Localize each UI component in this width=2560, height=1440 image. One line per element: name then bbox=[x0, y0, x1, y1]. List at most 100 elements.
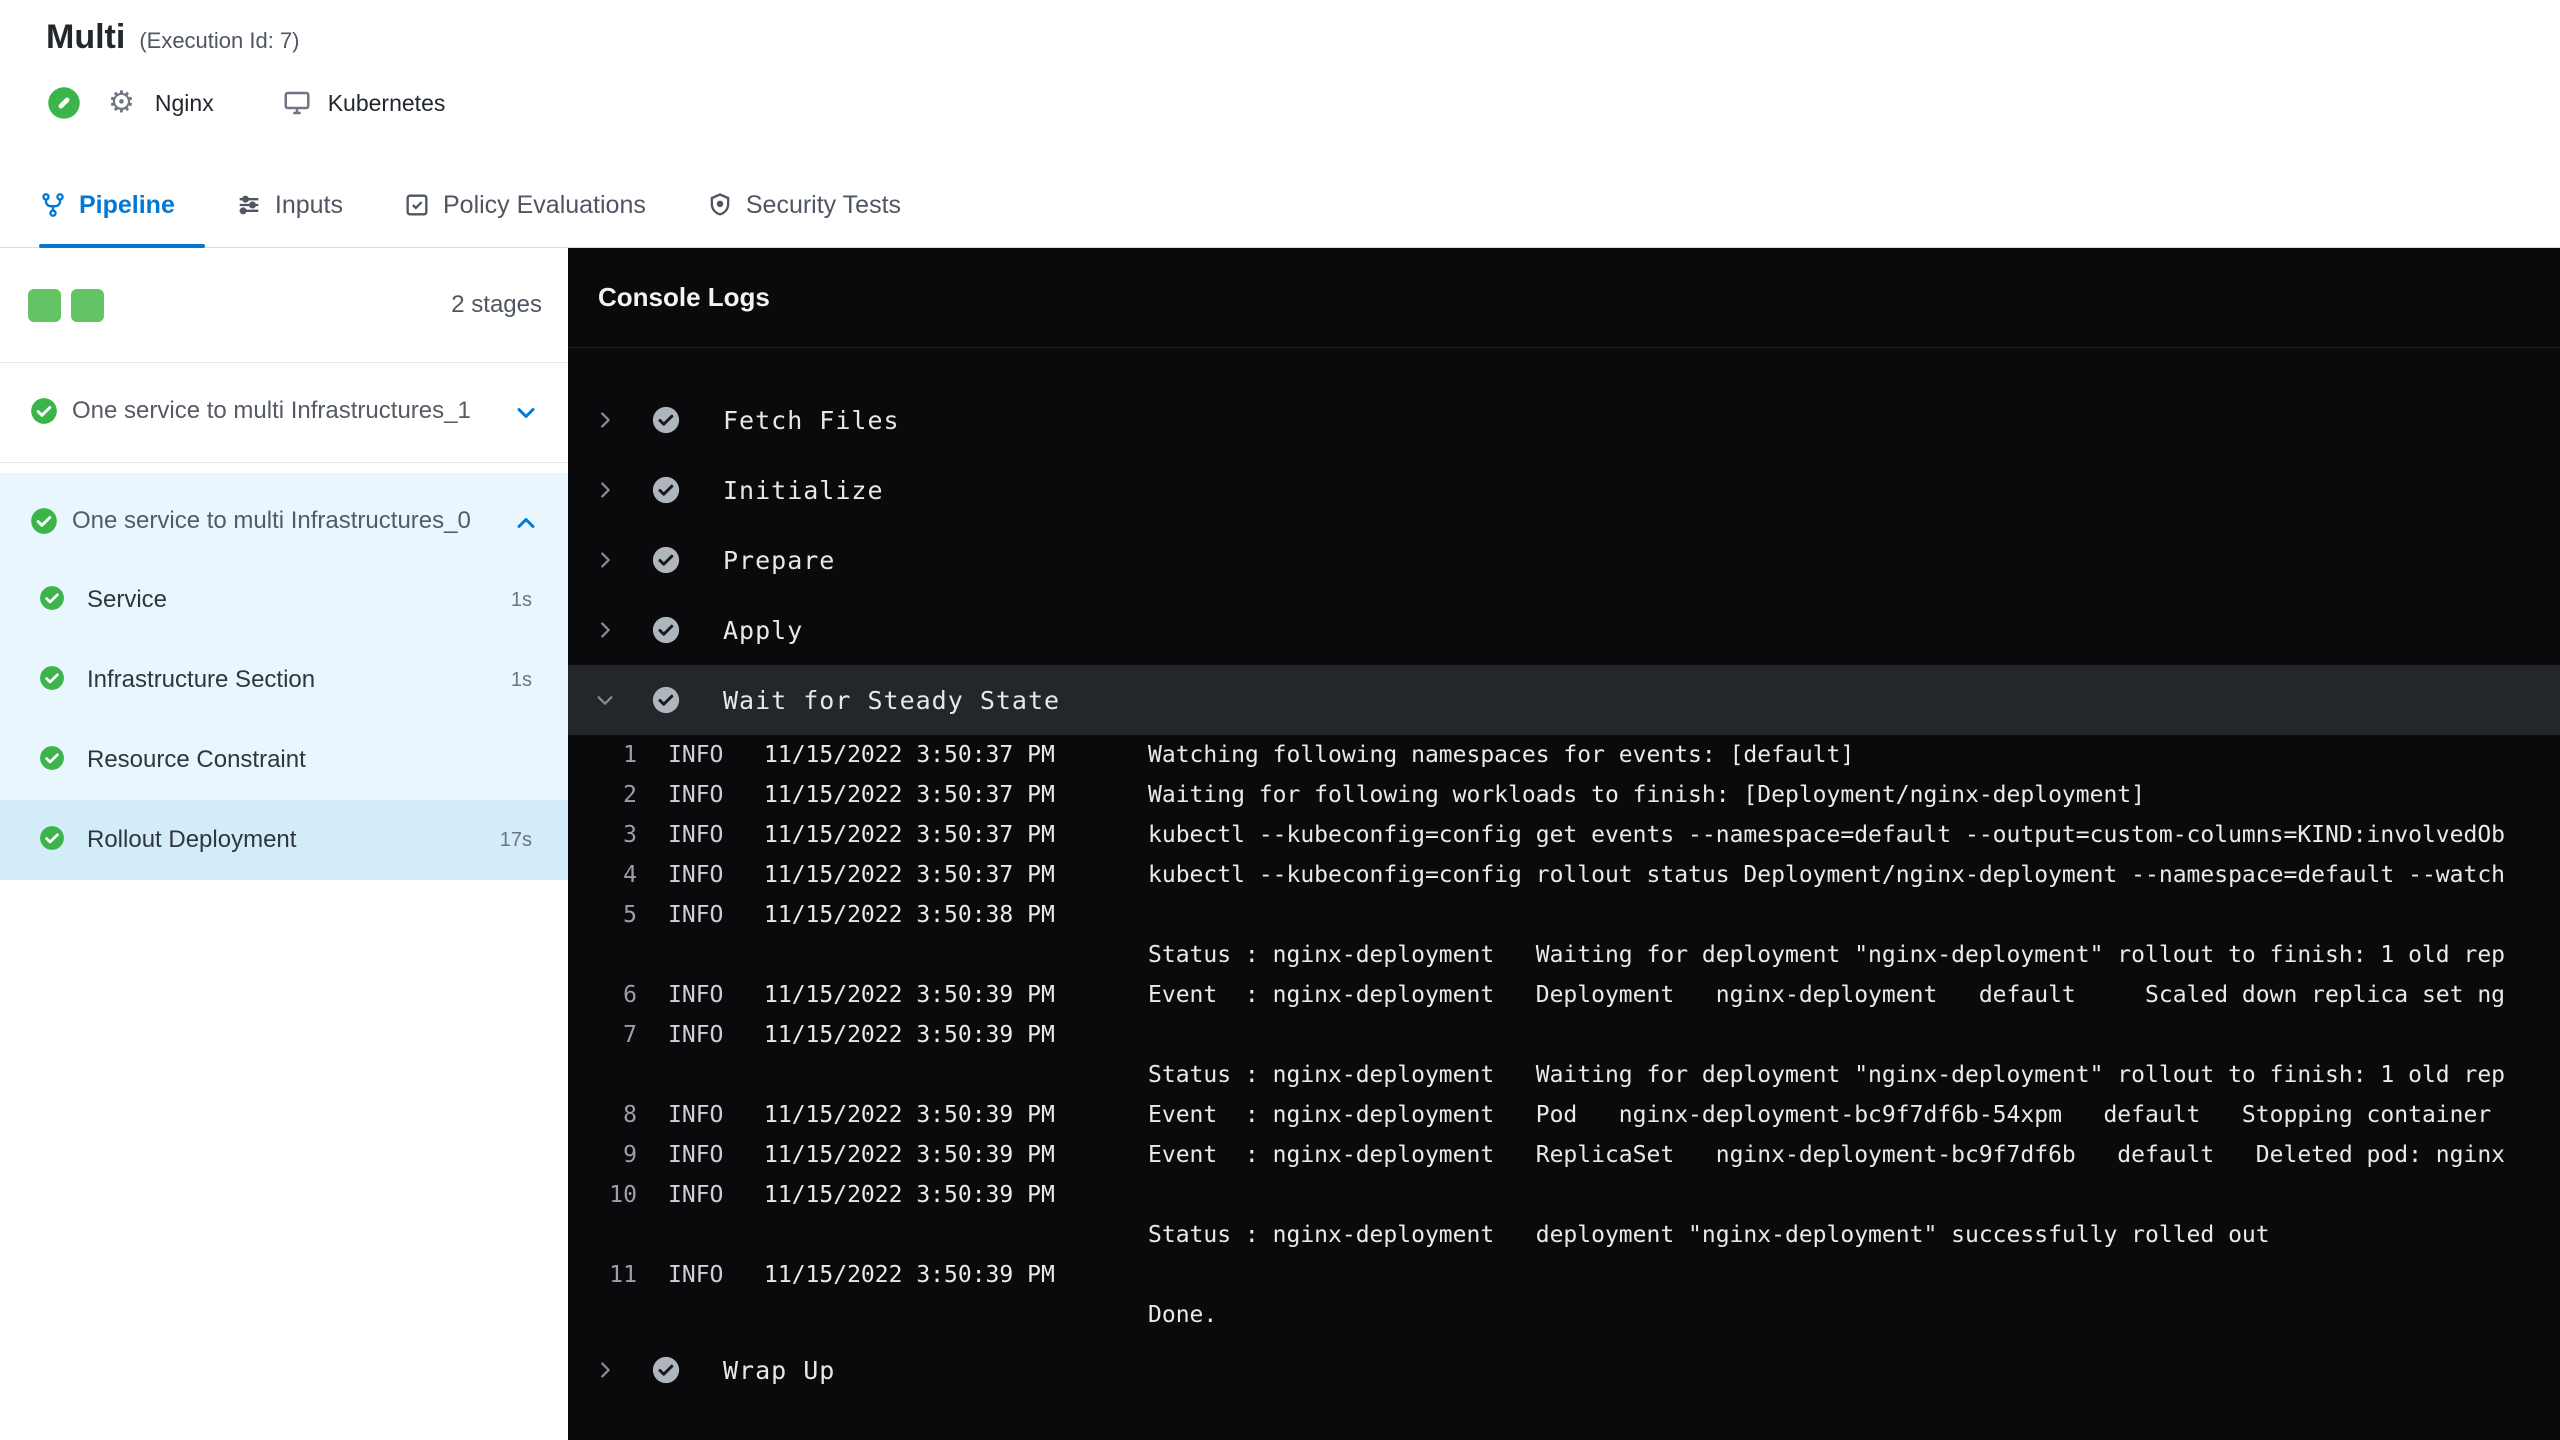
tab-inputs-label: Inputs bbox=[274, 190, 343, 219]
chevron-right-icon[interactable] bbox=[593, 549, 617, 571]
console-step-label: Initialize bbox=[723, 475, 884, 505]
success-check-icon bbox=[39, 825, 65, 856]
gear-icon: ⚙ bbox=[108, 86, 135, 119]
console-step-wrap-up[interactable]: Wrap Up bbox=[568, 1335, 2560, 1405]
tab-policy-evaluations[interactable]: Policy Evaluations bbox=[373, 163, 676, 247]
chevron-right-icon[interactable] bbox=[593, 619, 617, 641]
log-message: kubectl --kubeconfig=config get events -… bbox=[1148, 822, 2506, 848]
stage-card-infrastructures-1[interactable]: One service to multi Infrastructures_1 bbox=[0, 363, 568, 463]
log-line: 6 INFO 11/15/2022 3:50:39 PM Event : nginx-… bbox=[568, 975, 2560, 1015]
chevron-right-icon[interactable] bbox=[593, 1359, 617, 1381]
tab-pipeline[interactable]: Pipeline bbox=[39, 163, 205, 248]
log-line: Done. bbox=[568, 1295, 2560, 1335]
step-success-icon bbox=[651, 1355, 681, 1385]
policy-check-icon bbox=[406, 194, 428, 216]
console-step-apply[interactable]: Apply bbox=[568, 595, 2560, 665]
stage-label: One service to multi Infrastructures_1 bbox=[72, 397, 471, 424]
step-duration: 17s bbox=[499, 828, 532, 851]
step-row-service[interactable]: Service 1s bbox=[0, 560, 568, 640]
log-level: INFO bbox=[668, 822, 724, 848]
step-success-icon bbox=[651, 615, 681, 645]
log-message: Status : nginx-deployment Waiting for de… bbox=[1148, 942, 2506, 968]
stage-sidebar: 2 stages One service to multi Infrastruc… bbox=[0, 248, 568, 1440]
console-step-label: Wrap Up bbox=[723, 1355, 836, 1385]
chevron-right-icon[interactable] bbox=[593, 479, 617, 501]
log-level: INFO bbox=[668, 782, 724, 808]
log-line: 1 INFO 11/15/2022 3:50:37 PM Watching follo… bbox=[568, 735, 2560, 775]
log-message: Waiting for following workloads to finis… bbox=[1148, 782, 2145, 808]
execution-header: Multi (Execution Id: 7) ⚙ Nginx Kubernet… bbox=[0, 0, 2560, 163]
service-name: Nginx bbox=[154, 89, 214, 116]
step-label: Infrastructure Section bbox=[87, 666, 316, 693]
log-line-number: 4 bbox=[623, 862, 637, 888]
stage-card-infrastructures-0[interactable]: One service to multi Infrastructures_0 S… bbox=[0, 473, 568, 880]
success-check-icon bbox=[39, 665, 65, 696]
log-level: INFO bbox=[668, 862, 724, 888]
log-line-number: 3 bbox=[623, 822, 637, 848]
log-level: INFO bbox=[668, 742, 724, 768]
step-row-infrastructure-section[interactable]: Infrastructure Section 1s bbox=[0, 640, 568, 720]
success-check-icon bbox=[30, 397, 58, 430]
log-line: 8 INFO 11/15/2022 3:50:39 PM Event : nginx-… bbox=[568, 1095, 2560, 1135]
log-line-number: 9 bbox=[623, 1142, 637, 1168]
console-logs-panel: Console Logs Fetch Files Initialize Prep… bbox=[568, 248, 2560, 1440]
log-level: INFO bbox=[668, 982, 724, 1008]
console-step-prepare[interactable]: Prepare bbox=[568, 525, 2560, 595]
log-line: 3 INFO 11/15/2022 3:50:37 PM kubectl --kube… bbox=[568, 815, 2560, 855]
step-label: Resource Constraint bbox=[87, 746, 306, 773]
success-check-icon bbox=[30, 507, 58, 540]
log-level: INFO bbox=[668, 1182, 724, 1208]
console-step-label: Fetch Files bbox=[723, 405, 900, 435]
log-timestamp: 11/15/2022 3:50:39 PM bbox=[764, 1102, 1055, 1128]
step-success-icon bbox=[651, 475, 681, 505]
log-level: INFO bbox=[668, 1262, 724, 1288]
stage-count: 2 stages bbox=[451, 291, 542, 318]
log-line-number: 10 bbox=[609, 1182, 637, 1208]
execution-id: (Execution Id: 7) bbox=[139, 28, 300, 53]
console-step-fetch-files[interactable]: Fetch Files bbox=[568, 385, 2560, 455]
log-line: 11 INFO 11/15/2022 3:50:39 PM bbox=[568, 1255, 2560, 1295]
step-row-rollout-deployment[interactable]: Rollout Deployment 17s bbox=[0, 800, 568, 880]
stage-status-square bbox=[28, 288, 61, 322]
log-line-number: 11 bbox=[609, 1262, 637, 1288]
log-line-number: 6 bbox=[623, 982, 637, 1008]
log-line: 10 INFO 11/15/2022 3:50:39 PM bbox=[568, 1175, 2560, 1215]
inputs-icon bbox=[239, 195, 259, 215]
log-message: Event : nginx-deployment ReplicaSet ngin… bbox=[1148, 1142, 2506, 1168]
success-check-icon bbox=[39, 585, 65, 616]
step-label: Rollout Deployment bbox=[87, 826, 297, 853]
log-line-number: 5 bbox=[623, 902, 637, 928]
log-timestamp: 11/15/2022 3:50:37 PM bbox=[764, 822, 1055, 848]
tab-security-tests[interactable]: Security Tests bbox=[676, 163, 931, 247]
log-line-number: 8 bbox=[623, 1102, 637, 1128]
log-timestamp: 11/15/2022 3:50:39 PM bbox=[764, 1182, 1055, 1208]
step-row-resource-constraint[interactable]: Resource Constraint bbox=[0, 720, 568, 800]
log-message: Watching following namespaces for events… bbox=[1148, 742, 1855, 768]
log-timestamp: 11/15/2022 3:50:37 PM bbox=[764, 742, 1055, 768]
log-timestamp: 11/15/2022 3:50:39 PM bbox=[764, 1142, 1055, 1168]
chevron-right-icon[interactable] bbox=[593, 409, 617, 431]
log-message: kubectl --kubeconfig=config rollout stat… bbox=[1148, 862, 2506, 888]
page-title: Multi bbox=[46, 18, 126, 56]
infrastructure-icon bbox=[282, 88, 312, 118]
tab-policy-evaluations-label: Policy Evaluations bbox=[442, 190, 646, 219]
step-duration: 1s bbox=[510, 668, 532, 691]
success-check-icon bbox=[39, 745, 65, 776]
step-success-icon bbox=[651, 405, 681, 435]
stage-status-square bbox=[71, 288, 104, 322]
console-step-label: Apply bbox=[723, 615, 804, 645]
chevron-down-icon[interactable] bbox=[593, 689, 617, 711]
log-timestamp: 11/15/2022 3:50:39 PM bbox=[764, 1022, 1055, 1048]
console-step-initialize[interactable]: Initialize bbox=[568, 455, 2560, 525]
chevron-down-icon[interactable] bbox=[512, 399, 540, 432]
stage-label: One service to multi Infrastructures_0 bbox=[72, 507, 471, 534]
log-line: 9 INFO 11/15/2022 3:50:39 PM Event : nginx-… bbox=[568, 1135, 2560, 1175]
step-success-icon bbox=[651, 545, 681, 575]
log-line: 2 INFO 11/15/2022 3:50:37 PM Waiting for fo… bbox=[568, 775, 2560, 815]
chevron-up-icon[interactable] bbox=[512, 509, 540, 542]
stage-summary: 2 stages bbox=[0, 248, 568, 363]
log-level: INFO bbox=[668, 1142, 724, 1168]
console-step-wait-for-steady-state[interactable]: Wait for Steady State bbox=[568, 665, 2560, 735]
tab-inputs[interactable]: Inputs bbox=[205, 163, 373, 247]
log-message: Done. bbox=[1148, 1302, 1218, 1328]
